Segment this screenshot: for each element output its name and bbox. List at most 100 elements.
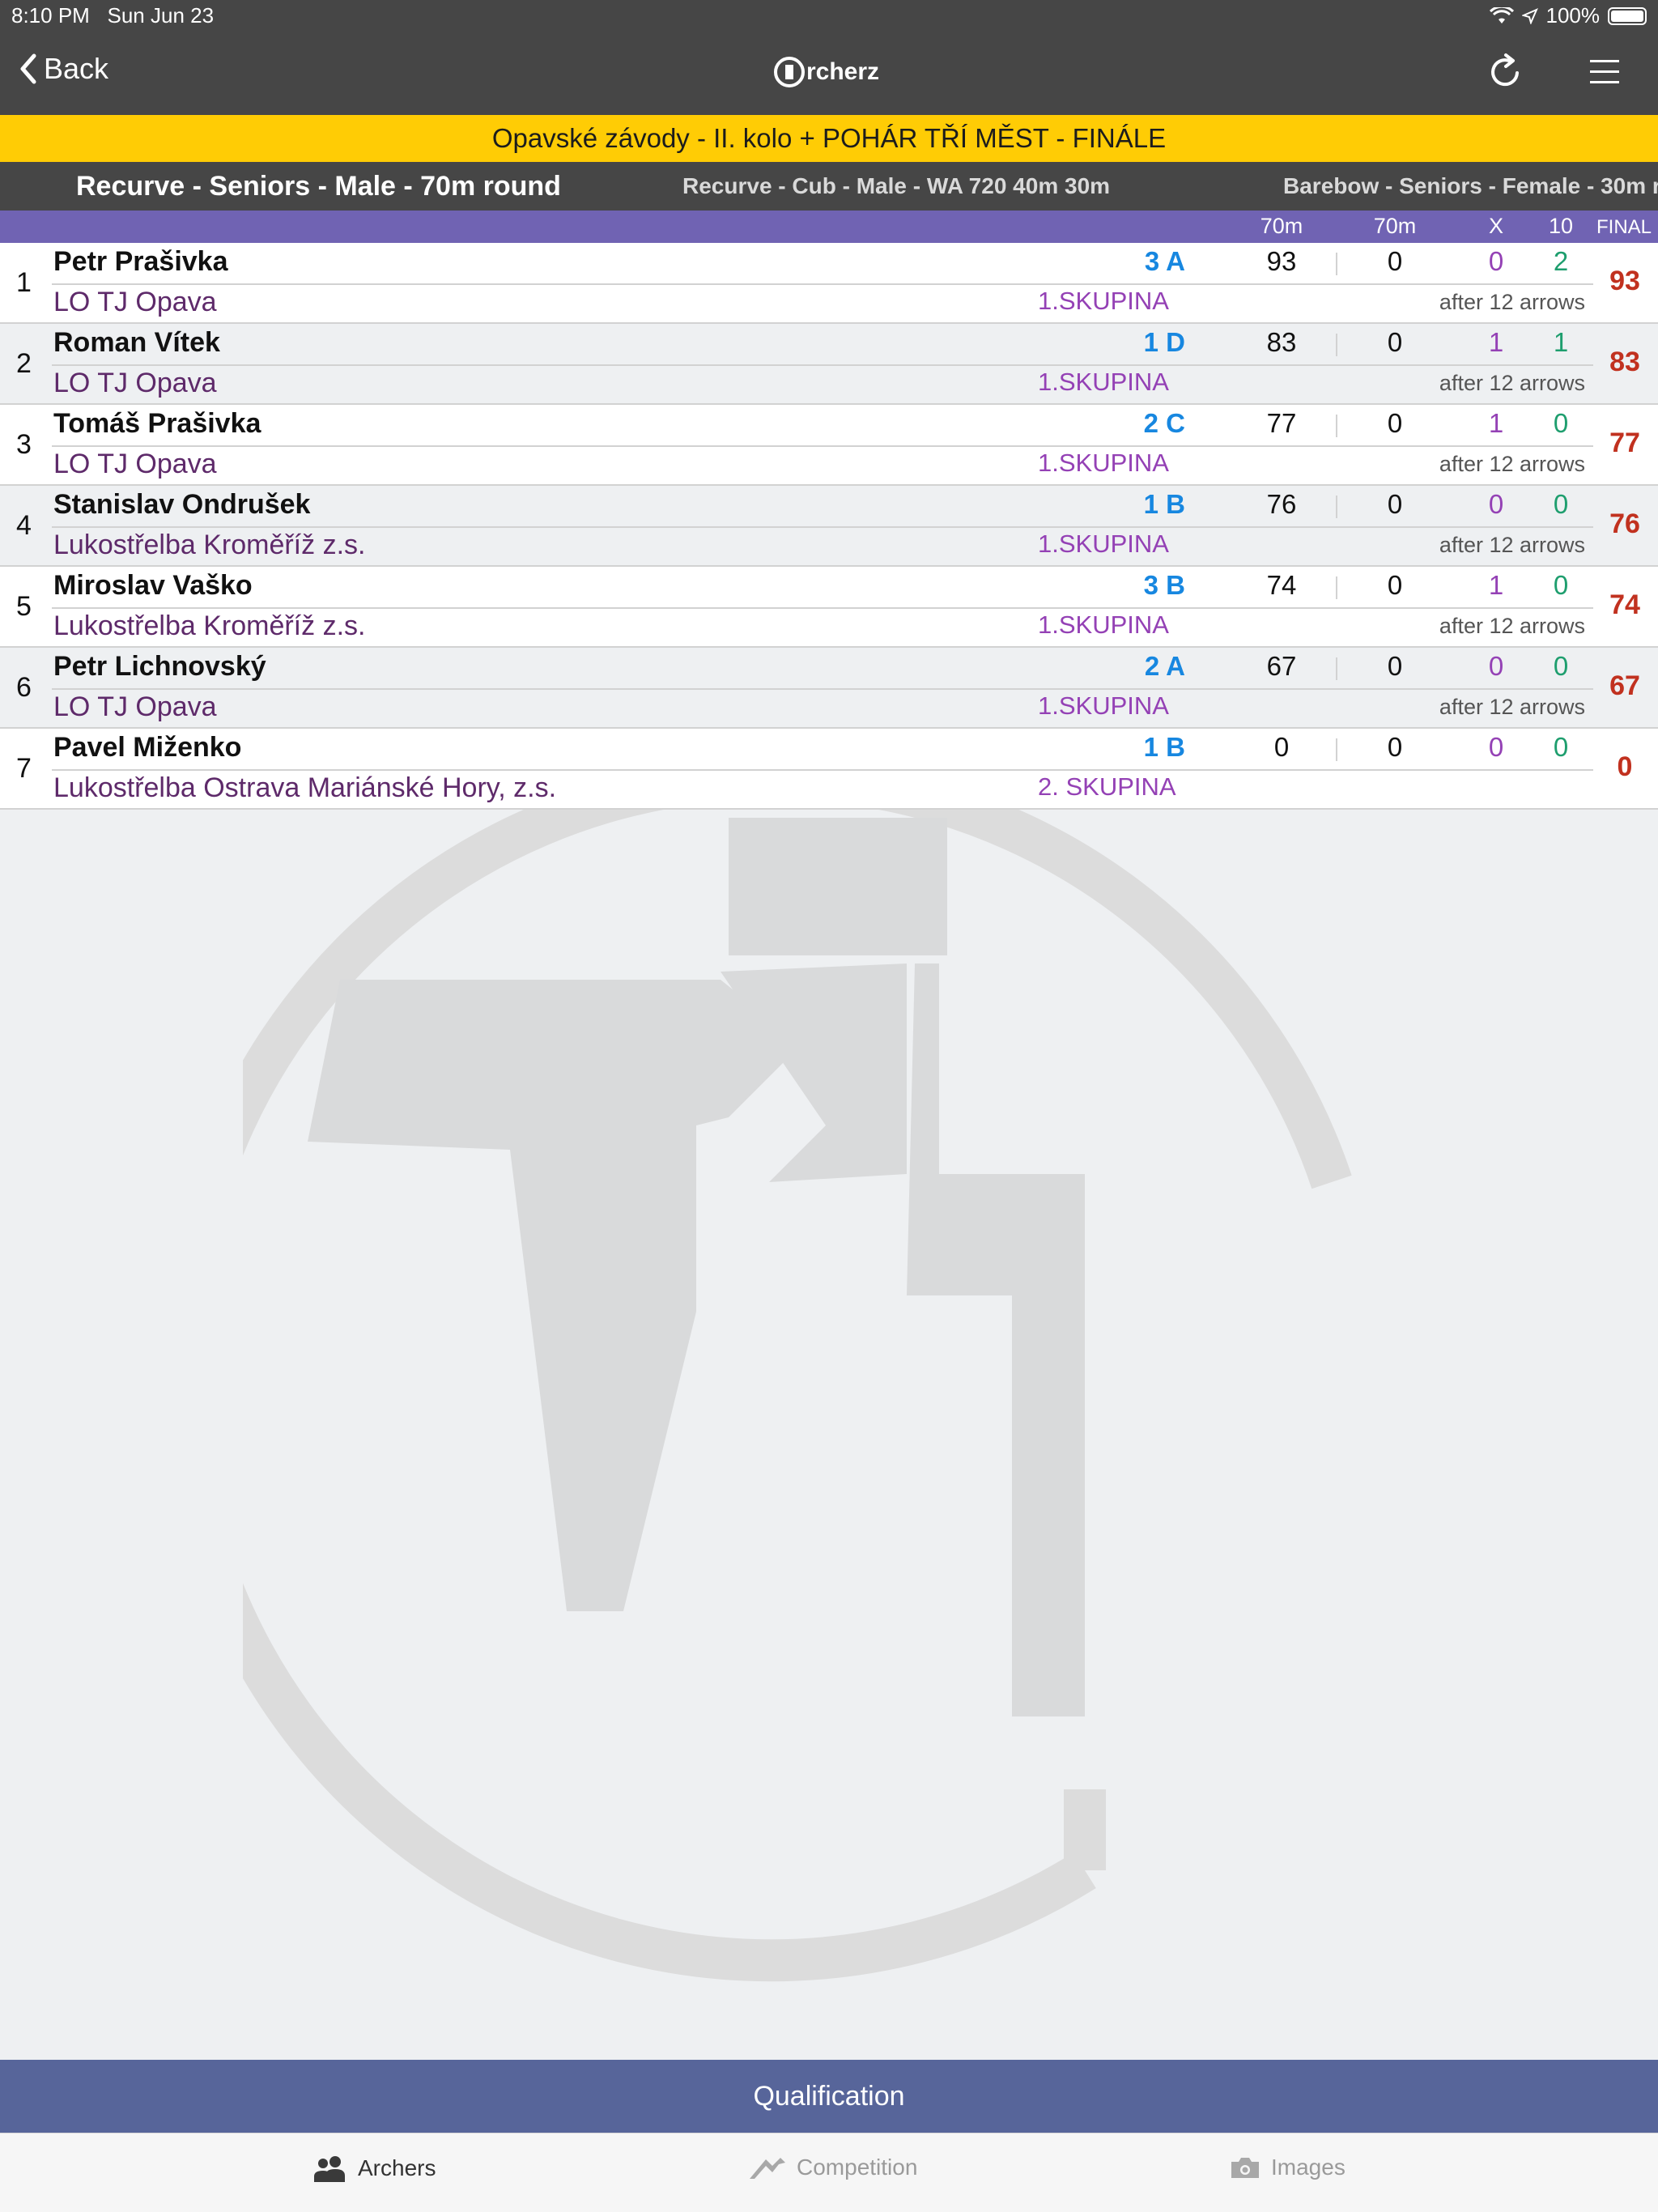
bottom-tab-bar: Archers Competition Images [0, 2133, 1658, 2212]
target-assignment: 1 B [1143, 732, 1185, 762]
archer-name: Pavel Miženko [53, 732, 242, 763]
archers-icon [314, 2156, 345, 2182]
phase-selector-qualification[interactable]: Qualification [0, 2060, 1658, 2133]
club-name: Lukostřelba Kroměříž z.s. [53, 530, 366, 560]
rank: 5 [16, 591, 32, 622]
ten-count: 0 [1553, 408, 1569, 438]
score-separator [1336, 496, 1337, 518]
column-final: FINAL [1596, 216, 1652, 238]
arrows-progress: after 12 arrows [1439, 290, 1585, 314]
x-count: 1 [1488, 327, 1504, 357]
final-score: 0 [1617, 751, 1633, 782]
column-ten: 10 [1548, 214, 1574, 238]
club-name: Lukostřelba Ostrava Mariánské Hory, z.s. [53, 772, 557, 803]
score-separator [1336, 253, 1337, 275]
group-label: 1.SKUPINA [1038, 287, 1169, 315]
refresh-icon[interactable] [1486, 52, 1525, 91]
target-assignment: 2 A [1144, 651, 1185, 681]
group-label: 1.SKUPINA [1038, 610, 1169, 639]
final-score: 74 [1609, 589, 1640, 620]
x-count: 1 [1488, 408, 1504, 438]
group-label: 2. SKUPINA [1038, 772, 1176, 801]
battery-icon [1608, 6, 1647, 25]
archer-name: Tomáš Prašivka [53, 408, 261, 439]
target-assignment: 3 B [1143, 570, 1185, 600]
results-column-header: 70m 70m X 10 FINAL [0, 211, 1658, 243]
result-row[interactable]: 6 Petr Lichnovský LO TJ Opava 2 A 1.SKUP… [0, 648, 1658, 729]
result-row[interactable]: 1 Petr Prašivka LO TJ Opava 3 A 1.SKUPIN… [0, 243, 1658, 324]
score-70m-first: 74 [1266, 570, 1297, 600]
wifi-icon [1489, 6, 1514, 23]
score-70m-second: 0 [1387, 408, 1403, 438]
tab-archers[interactable]: Archers [312, 2155, 436, 2182]
final-score: 76 [1609, 508, 1640, 539]
club-name: LO TJ Opava [53, 449, 217, 479]
tab-competition-label: Competition [797, 2155, 918, 2180]
result-row[interactable]: 2 Roman Vítek LO TJ Opava 1 D 1.SKUPINA … [0, 324, 1658, 405]
final-score: 93 [1609, 266, 1640, 296]
ten-count: 0 [1553, 732, 1569, 762]
club-name: LO TJ Opava [53, 691, 217, 722]
logo-text: rcherz [806, 58, 880, 85]
location-icon [1521, 7, 1538, 24]
column-70m-first: 70m [1260, 214, 1303, 238]
score-70m-first: 77 [1266, 408, 1297, 438]
ten-count: 1 [1553, 327, 1569, 357]
club-name: Lukostřelba Kroměříž z.s. [53, 610, 366, 641]
camera-icon [1231, 2158, 1259, 2178]
app-logo: rcherz [774, 57, 879, 87]
result-row[interactable]: 7 Pavel Miženko Lukostřelba Ostrava Mari… [0, 729, 1658, 810]
result-row[interactable]: 3 Tomáš Prašivka LO TJ Opava 2 C 1.SKUPI… [0, 405, 1658, 486]
archerz-logo-icon [774, 57, 805, 87]
target-assignment: 2 C [1143, 408, 1185, 438]
row-divider [52, 688, 1593, 690]
row-divider [52, 769, 1593, 771]
archer-name: Miroslav Vaško [53, 570, 253, 601]
group-label: 1.SKUPINA [1038, 530, 1169, 558]
rank: 2 [16, 348, 32, 379]
arrows-progress: after 12 arrows [1439, 614, 1585, 638]
score-separator [1336, 415, 1337, 437]
top-bar: 8:10 PM Sun Jun 23 100% Back rcherz [0, 0, 1658, 115]
rank: 3 [16, 429, 32, 460]
status-indicators: 100% [1489, 3, 1647, 28]
score-separator [1336, 576, 1337, 599]
menu-icon[interactable] [1590, 60, 1619, 84]
score-70m-first: 76 [1266, 489, 1297, 519]
score-70m-first: 67 [1266, 651, 1297, 681]
category-tab-recurve-seniors-male[interactable]: Recurve - Seniors - Male - 70m round [76, 162, 561, 211]
arrows-progress: after 12 arrows [1439, 533, 1585, 557]
ten-count: 2 [1553, 246, 1569, 276]
row-divider [52, 526, 1593, 528]
rank: 7 [16, 753, 32, 784]
rank: 6 [16, 672, 32, 703]
ten-count: 0 [1553, 489, 1569, 519]
x-count: 1 [1488, 570, 1504, 600]
arrows-progress: after 12 arrows [1439, 695, 1585, 719]
result-row[interactable]: 5 Miroslav Vaško Lukostřelba Kroměříž z.… [0, 567, 1658, 648]
score-separator [1336, 738, 1337, 761]
category-tab-recurve-cub-male[interactable]: Recurve - Cub - Male - WA 720 40m 30m [682, 162, 1110, 211]
tab-archers-label: Archers [358, 2155, 436, 2180]
back-button[interactable]: Back [18, 52, 108, 86]
score-70m-second: 0 [1387, 327, 1403, 357]
final-score: 67 [1609, 670, 1640, 701]
archer-name: Petr Lichnovský [53, 651, 266, 682]
rank: 4 [16, 510, 32, 541]
final-score: 83 [1609, 347, 1640, 377]
score-separator [1336, 334, 1337, 356]
target-assignment: 3 A [1144, 246, 1185, 276]
status-time: 8:10 PM Sun Jun 23 [11, 3, 214, 28]
target-assignment: 1 D [1143, 327, 1185, 357]
club-name: LO TJ Opava [53, 368, 217, 398]
score-70m-second: 0 [1387, 732, 1403, 762]
tab-competition[interactable]: Competition [748, 2155, 917, 2180]
category-tab-barebow-seniors-female[interactable]: Barebow - Seniors - Female - 30m r [1283, 162, 1658, 211]
tab-images[interactable]: Images [1229, 2155, 1346, 2180]
x-count: 0 [1488, 732, 1504, 762]
battery-percent: 100% [1545, 3, 1601, 28]
event-title: Opavské závody - II. kolo + POHÁR TŘÍ MĚ… [0, 115, 1658, 162]
result-row[interactable]: 4 Stanislav Ondrušek Lukostřelba Kroměří… [0, 486, 1658, 567]
row-divider [52, 607, 1593, 609]
archer-name: Roman Vítek [53, 327, 220, 358]
